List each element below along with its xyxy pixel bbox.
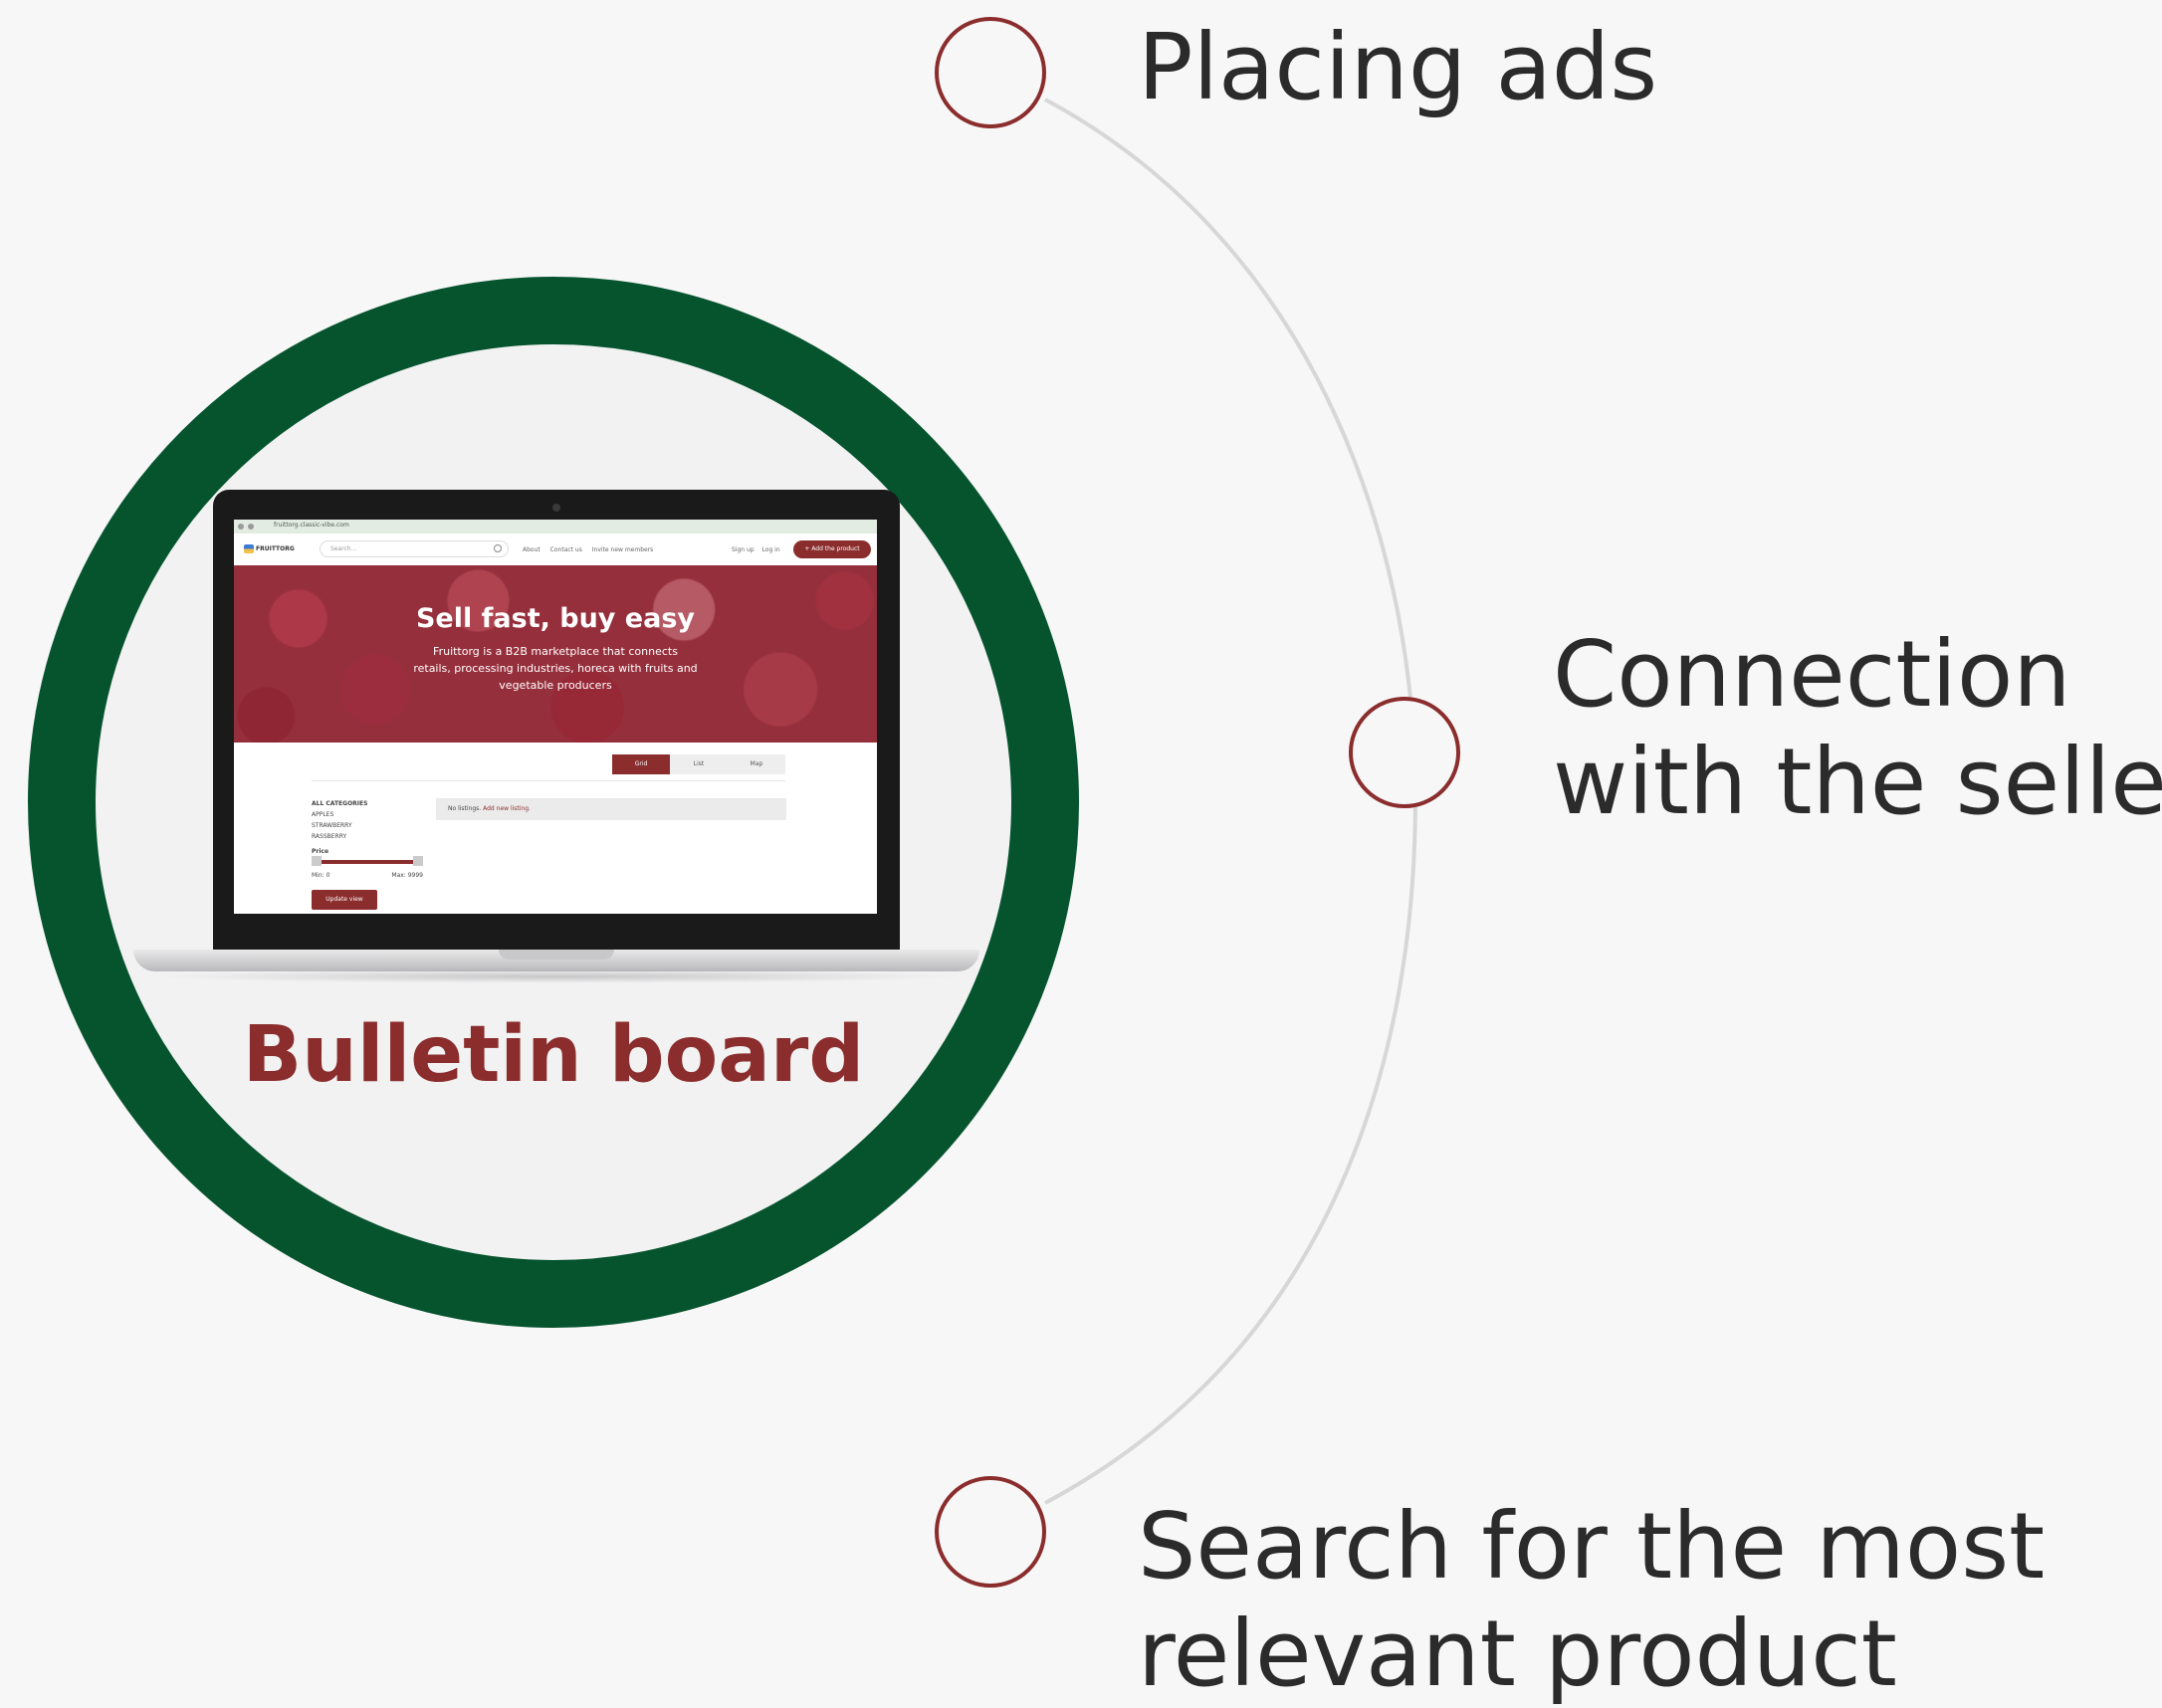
browser-url[interactable]: fruittorg.classic-vibe.com — [274, 522, 349, 529]
hero-banner: Sell fast, buy easy Fruittorg is a B2B m… — [234, 565, 877, 743]
price-min: Min: 0 — [312, 872, 330, 879]
site-navbar: FRUITTORG Search... About Contact us Inv… — [234, 534, 877, 566]
step-label-connection: Connection with the seller — [1553, 621, 2162, 835]
browser-bar: fruittorg.classic-vibe.com — [234, 520, 877, 534]
price-range-values: Min: 0 Max: 9999 — [312, 872, 423, 879]
nav-link-invite[interactable]: Invite new members — [592, 546, 654, 553]
add-product-button[interactable]: + Add the product — [793, 540, 871, 558]
step-label-search: Search for the most relevant product — [1138, 1493, 2046, 1707]
logo-text: FRUITTORG — [256, 545, 295, 552]
price-label: Price — [312, 848, 329, 855]
nav-link-contact[interactable]: Contact us — [550, 546, 582, 553]
step-node-placing-ads — [935, 17, 1046, 128]
step-label-placing-ads: Placing ads — [1138, 14, 1658, 120]
reload-icon[interactable] — [248, 524, 254, 530]
sign-up-link[interactable]: Sign up — [732, 546, 755, 553]
price-slider-max-handle[interactable] — [413, 856, 423, 866]
nav-link-about[interactable]: About — [523, 546, 540, 553]
no-listings-text: No listings. — [448, 805, 482, 812]
site-search-input[interactable]: Search... — [320, 540, 509, 557]
no-listings-notice: No listings. Add new listing. — [436, 798, 786, 820]
log-in-link[interactable]: Log in — [762, 546, 780, 553]
price-max: Max: 9999 — [391, 872, 423, 879]
hub-title: Bulletin board — [242, 1010, 865, 1100]
laptop-shadow — [149, 969, 966, 983]
back-icon[interactable] — [238, 524, 244, 530]
add-listing-link[interactable]: Add new listing. — [483, 805, 531, 812]
logo-icon — [244, 544, 254, 553]
view-map-button[interactable]: Map — [728, 754, 785, 774]
category-heading[interactable]: ALL CATEGORIES — [312, 798, 367, 809]
view-list-button[interactable]: List — [670, 754, 728, 774]
divider — [312, 780, 785, 781]
laptop-screen: fruittorg.classic-vibe.com FRUITTORG Sea… — [234, 520, 877, 914]
hero-subtitle: Fruittorg is a B2B marketplace that conn… — [413, 645, 698, 692]
laptop: fruittorg.classic-vibe.com FRUITTORG Sea… — [213, 490, 900, 952]
category-list: ALL CATEGORIES APPLES STRAWBERRY RASSBER… — [312, 798, 367, 842]
camera-dot — [552, 504, 560, 512]
step-node-search — [935, 1476, 1046, 1588]
step-node-connection — [1349, 697, 1460, 808]
search-icon[interactable] — [494, 544, 502, 552]
update-view-button[interactable]: Update view — [312, 890, 377, 910]
view-switcher: Grid List Map — [612, 754, 785, 774]
view-grid-button[interactable]: Grid — [612, 754, 670, 774]
nav-links: About Contact us Invite new members — [523, 546, 661, 553]
auth-links: Sign up Log in — [732, 546, 786, 553]
laptop-base — [133, 950, 979, 971]
search-placeholder: Search... — [330, 545, 357, 552]
category-item[interactable]: RASSBERRY — [312, 831, 367, 842]
site-logo[interactable]: FRUITTORG — [244, 544, 295, 553]
hero-title: Sell fast, buy easy — [415, 603, 696, 634]
price-slider-min-handle[interactable] — [312, 856, 322, 866]
price-slider-track[interactable] — [314, 860, 419, 864]
category-item[interactable]: APPLES — [312, 809, 367, 820]
laptop-notch — [499, 950, 614, 960]
category-item[interactable]: STRAWBERRY — [312, 820, 367, 831]
